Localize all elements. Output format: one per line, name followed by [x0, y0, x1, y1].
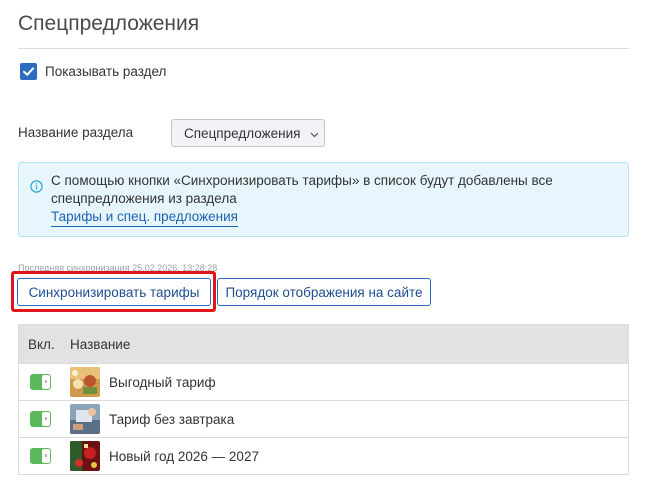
sync-tariffs-button[interactable]: Синхронизировать тарифы	[17, 278, 211, 306]
table-row[interactable]: Выгодный тариф	[19, 363, 628, 400]
display-order-button[interactable]: Порядок отображения на сайте	[217, 278, 431, 306]
offer-thumbnail	[70, 441, 100, 471]
show-section-checkbox[interactable]	[20, 63, 37, 80]
show-section-label[interactable]: Показывать раздел	[45, 64, 166, 79]
section-name-label: Название раздела	[18, 125, 134, 140]
section-name-select[interactable]: Спецпредложения	[171, 119, 325, 147]
offer-thumbnail	[70, 367, 100, 397]
info-box: С помощью кнопки «Синхронизировать тариф…	[18, 162, 629, 237]
enable-toggle[interactable]	[30, 411, 51, 427]
offers-table: Вкл. Название Выгодный тариф Тариф без з…	[18, 324, 629, 475]
chevron-down-icon	[310, 126, 319, 141]
offer-thumbnail	[70, 404, 100, 434]
enable-toggle[interactable]	[30, 448, 51, 464]
divider	[18, 48, 629, 49]
tariffs-link[interactable]: Тарифы и спец. предложения	[51, 208, 238, 227]
offer-name: Тариф без завтрака	[109, 411, 235, 427]
show-section-row[interactable]: Показывать раздел	[20, 63, 166, 80]
header-name: Название	[70, 336, 131, 352]
info-icon	[30, 180, 43, 198]
section-name-value: Спецпредложения	[184, 125, 301, 141]
info-text: С помощью кнопки «Синхронизировать тариф…	[51, 173, 553, 206]
offer-name: Выгодный тариф	[109, 374, 216, 390]
header-enabled: Вкл.	[28, 336, 55, 352]
enable-toggle[interactable]	[30, 374, 51, 390]
checkmark-icon	[23, 67, 34, 76]
table-row[interactable]: Тариф без завтрака	[19, 400, 628, 437]
offer-name: Новый год 2026 — 2027	[109, 448, 259, 464]
table-row[interactable]: Новый год 2026 — 2027	[19, 437, 628, 474]
table-header: Вкл. Название	[19, 325, 628, 363]
page-title: Спецпредложения	[18, 12, 200, 35]
